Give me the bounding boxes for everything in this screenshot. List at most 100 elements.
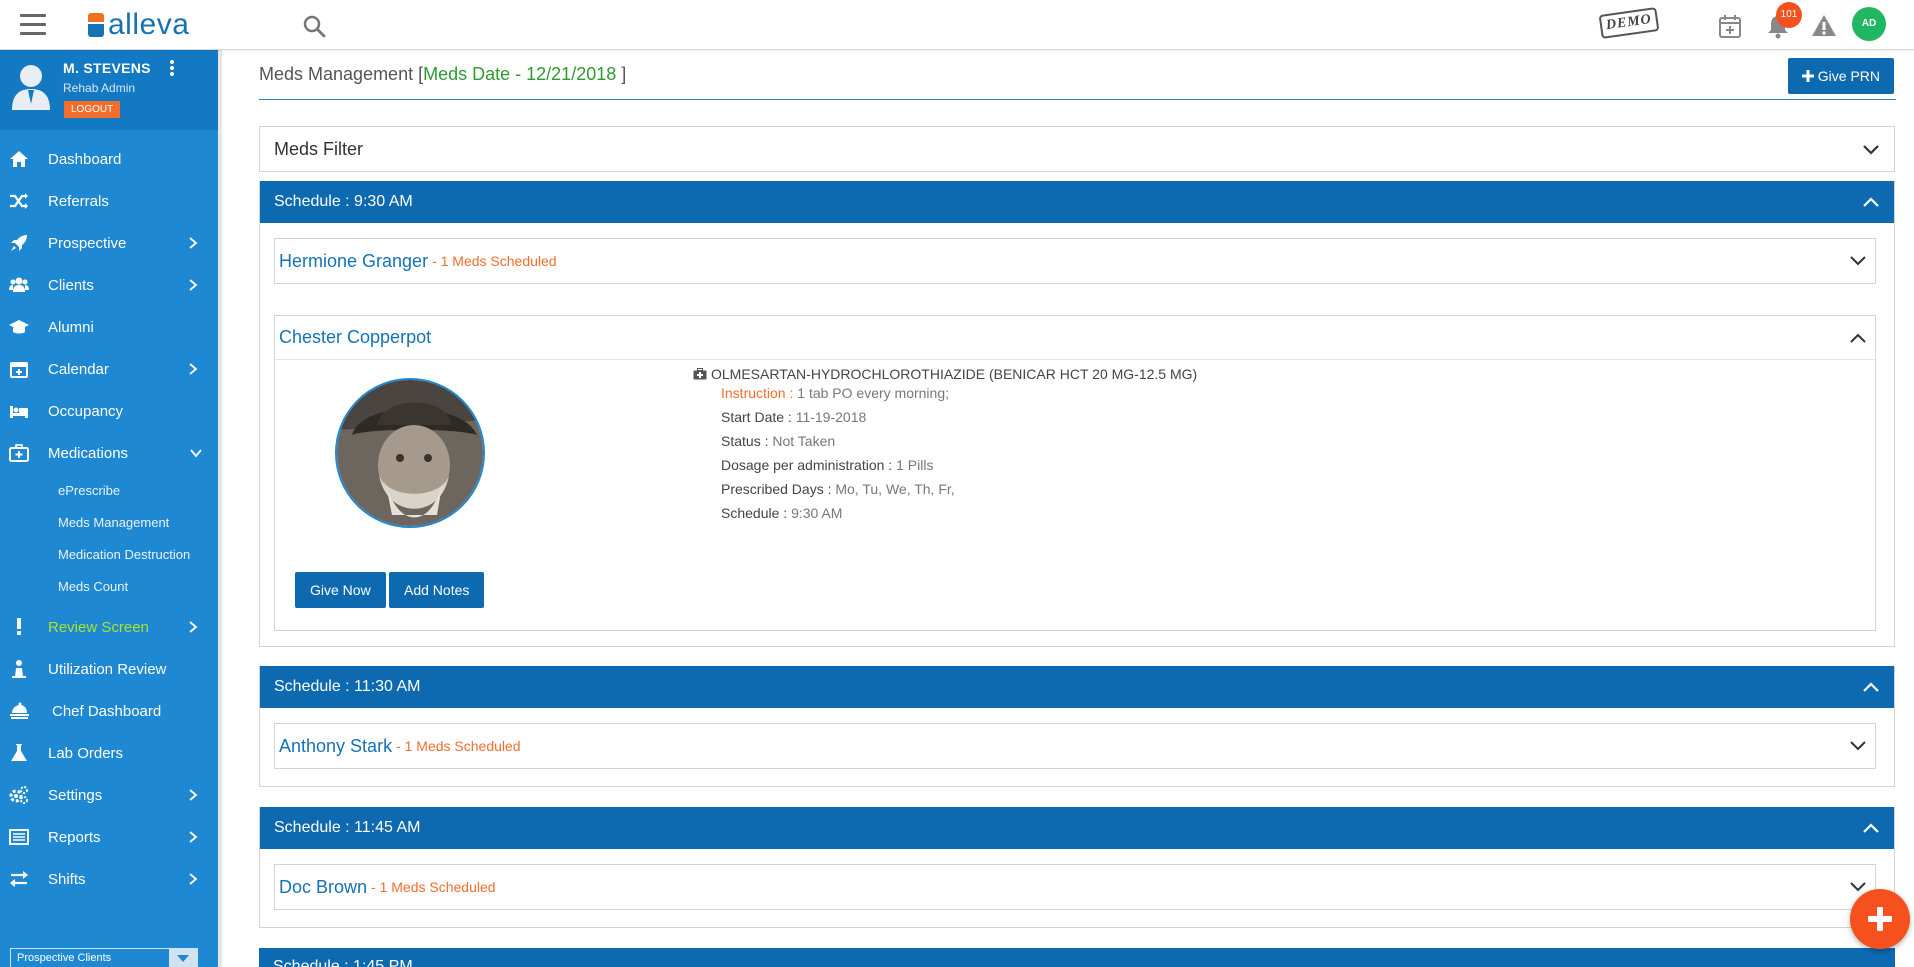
gears-icon <box>9 786 28 804</box>
client-photo <box>335 378 485 528</box>
flask-icon <box>11 744 27 761</box>
sidebar-subitem-medication-destruction[interactable]: Medication Destruction <box>0 538 218 570</box>
client-header[interactable]: Chester Copperpot <box>275 316 1875 360</box>
search-icon[interactable] <box>302 14 326 38</box>
meds-scheduled-count: - 1 Meds Scheduled <box>396 738 521 754</box>
user-profile: M. STEVENS Rehab Admin LOGOUT <box>0 50 218 130</box>
schedule-header[interactable]: Schedule : 11:45 AM <box>260 807 1894 849</box>
add-notes-button[interactable]: Add Notes <box>389 572 485 608</box>
prospective-clients-select[interactable]: Prospective Clients <box>10 948 198 967</box>
value: 9:30 AM <box>791 505 843 521</box>
logo[interactable]: alleva <box>88 9 189 41</box>
sidebar-item-settings[interactable]: Settings <box>0 774 218 816</box>
client-name[interactable]: Doc Brown <box>279 877 367 898</box>
user-icon <box>12 660 26 678</box>
sidebar-subitem-meds-count[interactable]: Meds Count <box>0 570 218 602</box>
meds-filter-panel[interactable]: Meds Filter <box>259 126 1895 172</box>
user-name: M. STEVENS <box>63 60 151 76</box>
chevron-up-icon[interactable] <box>1862 196 1880 208</box>
notification-badge[interactable]: 101 <box>1776 2 1802 28</box>
chevron-up-icon[interactable] <box>1862 822 1880 834</box>
calendar-plus-icon[interactable] <box>1716 12 1744 40</box>
chevron-down-icon[interactable] <box>1862 144 1880 156</box>
logo-text: alleva <box>108 8 190 41</box>
client-card: Hermione Granger - 1 Meds Scheduled <box>274 238 1876 284</box>
sidebar-item-clients[interactable]: Clients <box>0 264 218 306</box>
med-status: Status : Not Taken <box>721 433 835 449</box>
sidebar-item-label: Referrals <box>48 192 109 210</box>
chevron-right-icon <box>189 789 198 801</box>
add-fab-button[interactable] <box>1850 889 1910 949</box>
sidebar-item-review-screen[interactable]: Review Screen <box>0 606 218 648</box>
sidebar-item-reports[interactable]: Reports <box>0 816 218 858</box>
sidebar-subitem-eprescribe[interactable]: ePrescribe <box>0 474 218 506</box>
client-card: Doc Brown - 1 Meds Scheduled <box>274 864 1876 910</box>
sidebar-nav: Dashboard Referrals Prospective Clients … <box>0 138 218 900</box>
select-value: Prospective Clients <box>17 952 112 964</box>
sidebar-item-medications[interactable]: Medications <box>0 432 218 474</box>
sidebar-item-prospective[interactable]: Prospective <box>0 222 218 264</box>
chevron-down-icon[interactable] <box>1849 740 1867 752</box>
user-avatar[interactable]: AD <box>1852 7 1886 41</box>
value: Mo, Tu, We, Th, Fr, <box>835 481 955 497</box>
sidebar-scrollbar[interactable] <box>218 50 222 967</box>
meds-scheduled-count: - 1 Meds Scheduled <box>432 253 557 269</box>
sidebar-item-label: Dashboard <box>48 150 122 168</box>
schedule-section: Schedule : 11:30 AM Anthony Stark - 1 Me… <box>259 666 1895 787</box>
give-now-button[interactable]: Give Now <box>295 572 386 608</box>
give-prn-button[interactable]: Give PRN <box>1787 58 1894 94</box>
med-instruction: Instruction : 1 tab PO every morning; <box>721 385 949 401</box>
client-name[interactable]: Anthony Stark <box>279 736 392 757</box>
calendar-plus-icon <box>10 362 28 378</box>
shuffle-icon <box>10 193 28 209</box>
value: Not Taken <box>772 433 836 449</box>
chevron-down-icon[interactable] <box>1849 881 1867 893</box>
sidebar-subitem-meds-management[interactable]: Meds Management <box>0 506 218 538</box>
select-dropdown-icon[interactable] <box>169 949 197 967</box>
schedule-section: Schedule : 9:30 AM Hermione Granger - 1 … <box>259 181 1895 647</box>
medication-name-text: OLMESARTAN-HYDROCHLOROTHIAZIDE (BENICAR … <box>711 366 1198 382</box>
give-prn-label: Give PRN <box>1817 68 1880 84</box>
med-schedule: Schedule : 9:30 AM <box>721 505 842 521</box>
sidebar-item-referrals[interactable]: Referrals <box>0 180 218 222</box>
client-header[interactable]: Hermione Granger - 1 Meds Scheduled <box>275 239 1875 283</box>
warning-icon[interactable] <box>1810 12 1838 40</box>
sidebar-item-label: Medications <box>48 444 129 462</box>
bed-icon <box>10 406 28 418</box>
menu-icon[interactable] <box>20 14 46 36</box>
sidebar-item-calendar[interactable]: Calendar <box>0 348 218 390</box>
sidebar-item-dashboard[interactable]: Dashboard <box>0 138 218 180</box>
exclamation-icon <box>17 618 21 635</box>
client-header[interactable]: Doc Brown - 1 Meds Scheduled <box>275 865 1875 909</box>
chevron-up-icon[interactable] <box>1862 681 1880 693</box>
client-name[interactable]: Chester Copperpot <box>279 327 431 348</box>
label: Schedule : <box>721 505 788 521</box>
sidebar-item-label: Clients <box>48 276 94 294</box>
sidebar-item-shifts[interactable]: Shifts <box>0 858 218 900</box>
kebab-menu-icon[interactable] <box>168 60 176 78</box>
meds-filter-title: Meds Filter <box>274 139 364 159</box>
sidebar-item-alumni[interactable]: Alumni <box>0 306 218 348</box>
sidebar-item-chef-dashboard[interactable]: Chef Dashboard <box>0 690 218 732</box>
schedule-header[interactable]: Schedule : 9:30 AM <box>260 181 1894 223</box>
exchange-icon <box>10 871 28 887</box>
chevron-right-icon <box>189 873 198 885</box>
schedule-header[interactable]: Schedule : 1:45 PM <box>259 948 1895 967</box>
sidebar-item-utilization-review[interactable]: Utilization Review <box>0 648 218 690</box>
sidebar: M. STEVENS Rehab Admin LOGOUT Dashboard … <box>0 50 218 967</box>
chevron-down-icon[interactable] <box>1849 255 1867 267</box>
sidebar-item-label: Prospective <box>48 234 127 252</box>
user-role: Rehab Admin <box>63 81 136 95</box>
sidebar-item-label: Lab Orders <box>48 744 124 762</box>
chevron-right-icon <box>189 279 198 291</box>
schedule-title: Schedule : 11:45 AM <box>274 819 421 836</box>
sidebar-item-label: Utilization Review <box>48 660 167 678</box>
chevron-up-icon[interactable] <box>1849 332 1867 344</box>
schedule-header[interactable]: Schedule : 11:30 AM <box>260 666 1894 708</box>
logout-button[interactable]: LOGOUT <box>64 101 121 118</box>
client-portrait-image <box>337 380 483 526</box>
client-header[interactable]: Anthony Stark - 1 Meds Scheduled <box>275 724 1875 768</box>
sidebar-item-occupancy[interactable]: Occupancy <box>0 390 218 432</box>
client-name[interactable]: Hermione Granger <box>279 251 428 272</box>
sidebar-item-lab-orders[interactable]: Lab Orders <box>0 732 218 774</box>
